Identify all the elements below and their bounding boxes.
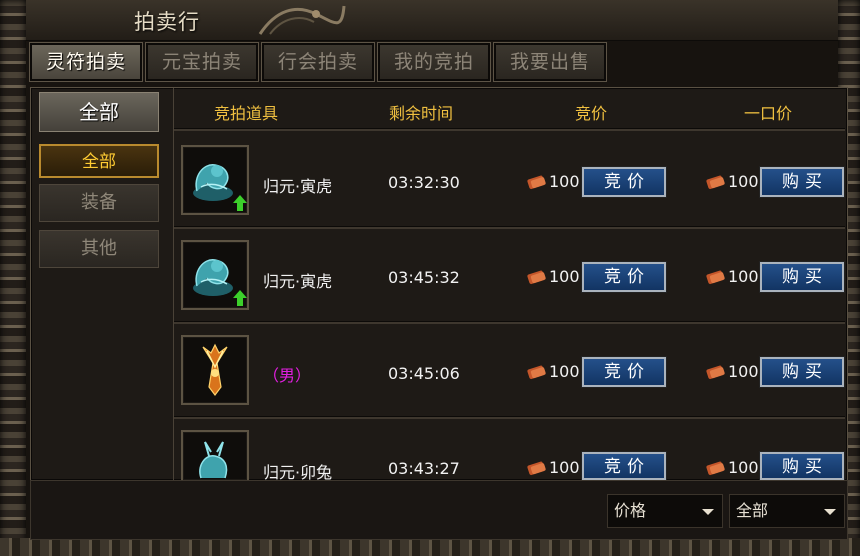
item-slot[interactable]	[181, 145, 249, 215]
buy-button[interactable]: 购买	[759, 451, 845, 481]
tab-my-bids[interactable]: 我的竞拍	[377, 42, 491, 82]
sort-select-value: 价格	[614, 501, 647, 520]
remaining-time: 03:43:27	[388, 459, 460, 478]
category-other-button[interactable]: 其他	[39, 230, 159, 268]
column-header-item: 竞拍道具	[214, 104, 279, 123]
buyout-price-value: 100	[728, 362, 759, 381]
tab-guild-auction[interactable]: 行会拍卖	[261, 42, 375, 82]
item-name: 归元·寅虎	[263, 272, 333, 291]
bid-price-value: 100	[549, 458, 580, 477]
bottom-frame-border	[0, 538, 860, 556]
talisman-currency-icon	[527, 270, 546, 284]
auction-panel: 全部 全部 装备 其他 竞拍道具 剩余时间 竞价 一口价 归元·寅虎 03:32…	[30, 87, 848, 482]
talisman-currency-icon	[527, 365, 546, 379]
talisman-currency-icon	[706, 365, 725, 379]
column-header-time: 剩余时间	[389, 104, 454, 123]
buyout-price: 100	[705, 267, 759, 286]
bid-price-value: 100	[549, 172, 580, 191]
item-slot[interactable]	[181, 430, 249, 480]
column-header-buyout: 一口价	[744, 104, 793, 123]
bid-price-value: 100	[549, 362, 580, 381]
tab-lingfu-auction[interactable]: 灵符拍卖	[29, 42, 143, 82]
bid-button[interactable]: 竞价	[581, 261, 667, 293]
dragon-ornament-icon	[258, 5, 346, 35]
buyout-price: 100	[705, 362, 759, 381]
talisman-currency-icon	[706, 175, 725, 189]
row-divider	[174, 321, 845, 324]
item-name: （男）	[263, 366, 312, 385]
category-select-value: 全部	[736, 501, 769, 520]
bid-price: 100	[526, 362, 580, 381]
title-bar: 拍卖行	[26, 0, 838, 41]
talisman-currency-icon	[527, 461, 546, 475]
chevron-down-icon	[824, 509, 836, 515]
category-select[interactable]: 全部	[729, 494, 845, 528]
bid-price: 100	[526, 458, 580, 477]
talisman-currency-icon	[706, 461, 725, 475]
tab-bar: 灵符拍卖 元宝拍卖 行会拍卖 我的竞拍 我要出售	[29, 42, 607, 85]
buyout-price: 100	[705, 172, 759, 191]
upgrade-arrow-icon	[233, 290, 247, 306]
jade-rabbit-icon	[199, 441, 228, 479]
chevron-down-icon	[702, 509, 714, 515]
buyout-price-value: 100	[728, 267, 759, 286]
bid-button[interactable]: 竞价	[581, 166, 667, 198]
remaining-time: 03:45:06	[388, 364, 460, 383]
item-name: 归元·寅虎	[263, 177, 333, 196]
buy-button[interactable]: 购买	[759, 356, 845, 388]
talisman-currency-icon	[527, 175, 546, 189]
category-all-button[interactable]: 全部	[39, 144, 159, 178]
talisman-currency-icon	[706, 270, 725, 284]
row-divider	[174, 226, 845, 229]
upgrade-arrow-icon	[233, 195, 247, 211]
bid-button[interactable]: 竞价	[581, 356, 667, 388]
window-title: 拍卖行	[134, 10, 200, 34]
category-equipment-button[interactable]: 装备	[39, 184, 159, 222]
buyout-price: 100	[705, 458, 759, 477]
category-header: 全部	[39, 92, 159, 132]
column-header-bid: 竞价	[575, 104, 608, 123]
item-slot[interactable]	[181, 240, 249, 310]
left-frame-border	[0, 0, 26, 556]
buy-button[interactable]: 购买	[759, 166, 845, 198]
filter-bar: 价格 全部	[30, 480, 848, 540]
buyout-price-value: 100	[728, 172, 759, 191]
sort-select[interactable]: 价格	[607, 494, 723, 528]
bid-price: 100	[526, 267, 580, 286]
column-divider	[173, 88, 174, 480]
tab-sell[interactable]: 我要出售	[493, 42, 607, 82]
row-divider	[174, 416, 845, 419]
buy-button[interactable]: 购买	[759, 261, 845, 293]
bid-price: 100	[526, 172, 580, 191]
remaining-time: 03:32:30	[388, 173, 460, 192]
bid-price-value: 100	[549, 267, 580, 286]
header-divider	[174, 128, 845, 131]
bid-button[interactable]: 竞价	[581, 451, 667, 481]
buyout-price-value: 100	[728, 458, 759, 477]
item-slot[interactable]	[181, 335, 249, 405]
tab-yuanbao-auction[interactable]: 元宝拍卖	[145, 42, 259, 82]
flame-armor-icon	[202, 343, 228, 396]
remaining-time: 03:45:32	[388, 268, 460, 287]
